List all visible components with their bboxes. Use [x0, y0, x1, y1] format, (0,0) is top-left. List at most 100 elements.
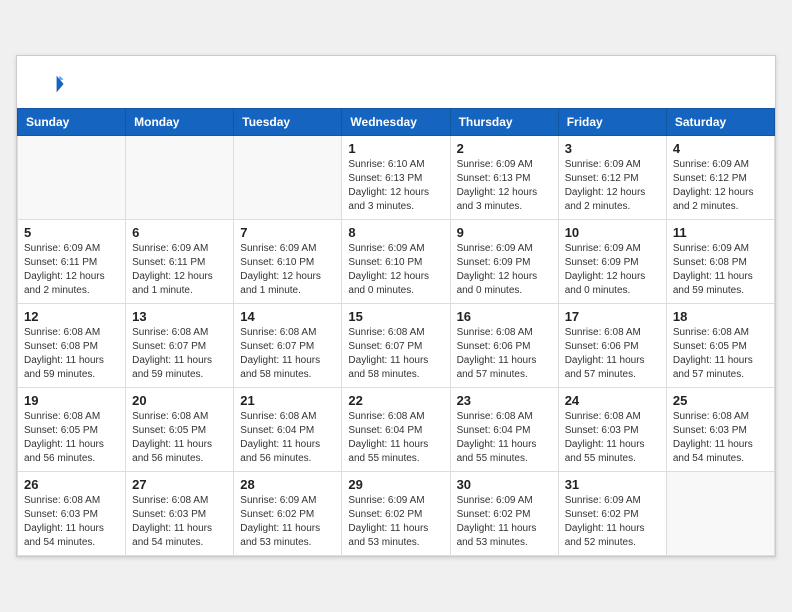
day-info: Sunrise: 6:09 AM Sunset: 6:10 PM Dayligh… — [348, 242, 443, 298]
weekday-header-sunday: Sunday — [18, 109, 126, 136]
day-cell: 27 Sunrise: 6:08 AM Sunset: 6:03 PM Dayli… — [126, 472, 234, 556]
day-cell: 7 Sunrise: 6:09 AM Sunset: 6:10 PM Daylig… — [234, 220, 342, 304]
logo-icon — [37, 70, 65, 98]
day-number: 20 — [132, 393, 227, 408]
day-cell: 6 Sunrise: 6:09 AM Sunset: 6:11 PM Daylig… — [126, 220, 234, 304]
day-info: Sunrise: 6:09 AM Sunset: 6:09 PM Dayligh… — [457, 242, 552, 298]
day-info: Sunrise: 6:09 AM Sunset: 6:08 PM Dayligh… — [673, 242, 768, 298]
day-cell: 29 Sunrise: 6:09 AM Sunset: 6:02 PM Dayli… — [342, 472, 450, 556]
day-cell: 31Sunrise: 6:09 AM Sunset: 6:02 PM Dayli… — [558, 472, 666, 556]
day-cell: 26 Sunrise: 6:08 AM Sunset: 6:03 PM Dayli… — [18, 472, 126, 556]
day-number: 10 — [565, 225, 660, 240]
day-info: Sunrise: 6:09 AM Sunset: 6:02 PM Dayligh… — [240, 494, 335, 550]
day-cell: 24Sunrise: 6:08 AM Sunset: 6:03 PM Dayli… — [558, 388, 666, 472]
day-info: Sunrise: 6:08 AM Sunset: 6:05 PM Dayligh… — [132, 410, 227, 466]
day-number: 27 — [132, 477, 227, 492]
day-number: 6 — [132, 225, 227, 240]
day-cell: 10 Sunrise: 6:09 AM Sunset: 6:09 PM Dayli… — [558, 220, 666, 304]
day-info: Sunrise: 6:08 AM Sunset: 6:08 PM Dayligh… — [24, 326, 119, 382]
day-number: 14 — [240, 309, 335, 324]
day-cell: 28 Sunrise: 6:09 AM Sunset: 6:02 PM Dayli… — [234, 472, 342, 556]
weekday-header-monday: Monday — [126, 109, 234, 136]
day-cell: 11 Sunrise: 6:09 AM Sunset: 6:08 PM Dayli… — [666, 220, 774, 304]
day-info: Sunrise: 6:08 AM Sunset: 6:05 PM Dayligh… — [673, 326, 768, 382]
day-number: 15 — [348, 309, 443, 324]
calendar-header — [17, 56, 775, 108]
day-info: Sunrise: 6:09 AM Sunset: 6:12 PM Dayligh… — [673, 158, 768, 214]
week-row-1: 1Sunrise: 6:10 AM Sunset: 6:13 PM Daylig… — [18, 136, 775, 220]
day-cell: 16Sunrise: 6:08 AM Sunset: 6:06 PM Dayli… — [450, 304, 558, 388]
day-number: 5 — [24, 225, 119, 240]
day-number: 3 — [565, 141, 660, 156]
day-number: 23 — [457, 393, 552, 408]
day-info: Sunrise: 6:08 AM Sunset: 6:03 PM Dayligh… — [673, 410, 768, 466]
weekday-header-row: SundayMondayTuesdayWednesdayThursdayFrid… — [18, 109, 775, 136]
day-number: 28 — [240, 477, 335, 492]
day-cell: 4 Sunrise: 6:09 AM Sunset: 6:12 PM Daylig… — [666, 136, 774, 220]
day-number: 2 — [457, 141, 552, 156]
day-cell — [18, 136, 126, 220]
day-number: 21 — [240, 393, 335, 408]
day-cell: 12Sunrise: 6:08 AM Sunset: 6:08 PM Dayli… — [18, 304, 126, 388]
day-info: Sunrise: 6:08 AM Sunset: 6:04 PM Dayligh… — [240, 410, 335, 466]
day-info: Sunrise: 6:08 AM Sunset: 6:03 PM Dayligh… — [24, 494, 119, 550]
day-info: Sunrise: 6:09 AM Sunset: 6:11 PM Dayligh… — [132, 242, 227, 298]
day-info: Sunrise: 6:09 AM Sunset: 6:11 PM Dayligh… — [24, 242, 119, 298]
day-number: 25 — [673, 393, 768, 408]
week-row-4: 19Sunrise: 6:08 AM Sunset: 6:05 PM Dayli… — [18, 388, 775, 472]
day-info: Sunrise: 6:09 AM Sunset: 6:12 PM Dayligh… — [565, 158, 660, 214]
day-info: Sunrise: 6:09 AM Sunset: 6:10 PM Dayligh… — [240, 242, 335, 298]
day-info: Sunrise: 6:09 AM Sunset: 6:02 PM Dayligh… — [348, 494, 443, 550]
day-cell: 2 Sunrise: 6:09 AM Sunset: 6:13 PM Daylig… — [450, 136, 558, 220]
day-cell: 13 Sunrise: 6:08 AM Sunset: 6:07 PM Dayli… — [126, 304, 234, 388]
day-info: Sunrise: 6:09 AM Sunset: 6:13 PM Dayligh… — [457, 158, 552, 214]
day-cell: 19Sunrise: 6:08 AM Sunset: 6:05 PM Dayli… — [18, 388, 126, 472]
day-number: 24 — [565, 393, 660, 408]
day-cell: 18 Sunrise: 6:08 AM Sunset: 6:05 PM Dayli… — [666, 304, 774, 388]
day-info: Sunrise: 6:08 AM Sunset: 6:07 PM Dayligh… — [348, 326, 443, 382]
day-cell: 5 Sunrise: 6:09 AM Sunset: 6:11 PM Daylig… — [18, 220, 126, 304]
week-row-3: 12Sunrise: 6:08 AM Sunset: 6:08 PM Dayli… — [18, 304, 775, 388]
day-cell: 14 Sunrise: 6:08 AM Sunset: 6:07 PM Dayli… — [234, 304, 342, 388]
day-number: 29 — [348, 477, 443, 492]
week-row-5: 26 Sunrise: 6:08 AM Sunset: 6:03 PM Dayli… — [18, 472, 775, 556]
day-number: 11 — [673, 225, 768, 240]
day-number: 18 — [673, 309, 768, 324]
day-cell: 25 Sunrise: 6:08 AM Sunset: 6:03 PM Dayli… — [666, 388, 774, 472]
day-info: Sunrise: 6:09 AM Sunset: 6:02 PM Dayligh… — [565, 494, 660, 550]
calendar-grid: SundayMondayTuesdayWednesdayThursdayFrid… — [17, 108, 775, 556]
day-cell — [126, 136, 234, 220]
day-number: 4 — [673, 141, 768, 156]
day-info: Sunrise: 6:08 AM Sunset: 6:06 PM Dayligh… — [457, 326, 552, 382]
day-number: 26 — [24, 477, 119, 492]
day-number: 8 — [348, 225, 443, 240]
day-info: Sunrise: 6:08 AM Sunset: 6:05 PM Dayligh… — [24, 410, 119, 466]
weekday-header-wednesday: Wednesday — [342, 109, 450, 136]
day-number: 13 — [132, 309, 227, 324]
day-number: 7 — [240, 225, 335, 240]
day-info: Sunrise: 6:08 AM Sunset: 6:07 PM Dayligh… — [132, 326, 227, 382]
day-cell: 22Sunrise: 6:08 AM Sunset: 6:04 PM Dayli… — [342, 388, 450, 472]
weekday-header-friday: Friday — [558, 109, 666, 136]
day-cell: 23 Sunrise: 6:08 AM Sunset: 6:04 PM Dayli… — [450, 388, 558, 472]
weekday-header-tuesday: Tuesday — [234, 109, 342, 136]
day-info: Sunrise: 6:09 AM Sunset: 6:09 PM Dayligh… — [565, 242, 660, 298]
day-info: Sunrise: 6:08 AM Sunset: 6:06 PM Dayligh… — [565, 326, 660, 382]
day-number: 22 — [348, 393, 443, 408]
day-cell — [666, 472, 774, 556]
day-cell: 30Sunrise: 6:09 AM Sunset: 6:02 PM Dayli… — [450, 472, 558, 556]
day-cell: 8 Sunrise: 6:09 AM Sunset: 6:10 PM Daylig… — [342, 220, 450, 304]
day-cell: 3 Sunrise: 6:09 AM Sunset: 6:12 PM Daylig… — [558, 136, 666, 220]
day-info: Sunrise: 6:09 AM Sunset: 6:02 PM Dayligh… — [457, 494, 552, 550]
day-info: Sunrise: 6:08 AM Sunset: 6:04 PM Dayligh… — [457, 410, 552, 466]
day-info: Sunrise: 6:08 AM Sunset: 6:03 PM Dayligh… — [132, 494, 227, 550]
week-row-2: 5 Sunrise: 6:09 AM Sunset: 6:11 PM Daylig… — [18, 220, 775, 304]
day-cell: 9 Sunrise: 6:09 AM Sunset: 6:09 PM Daylig… — [450, 220, 558, 304]
day-info: Sunrise: 6:08 AM Sunset: 6:07 PM Dayligh… — [240, 326, 335, 382]
day-cell: 20 Sunrise: 6:08 AM Sunset: 6:05 PM Dayli… — [126, 388, 234, 472]
day-cell: 17 Sunrise: 6:08 AM Sunset: 6:06 PM Dayli… — [558, 304, 666, 388]
day-number: 9 — [457, 225, 552, 240]
day-number: 17 — [565, 309, 660, 324]
day-cell: 1Sunrise: 6:10 AM Sunset: 6:13 PM Daylig… — [342, 136, 450, 220]
weekday-header-saturday: Saturday — [666, 109, 774, 136]
